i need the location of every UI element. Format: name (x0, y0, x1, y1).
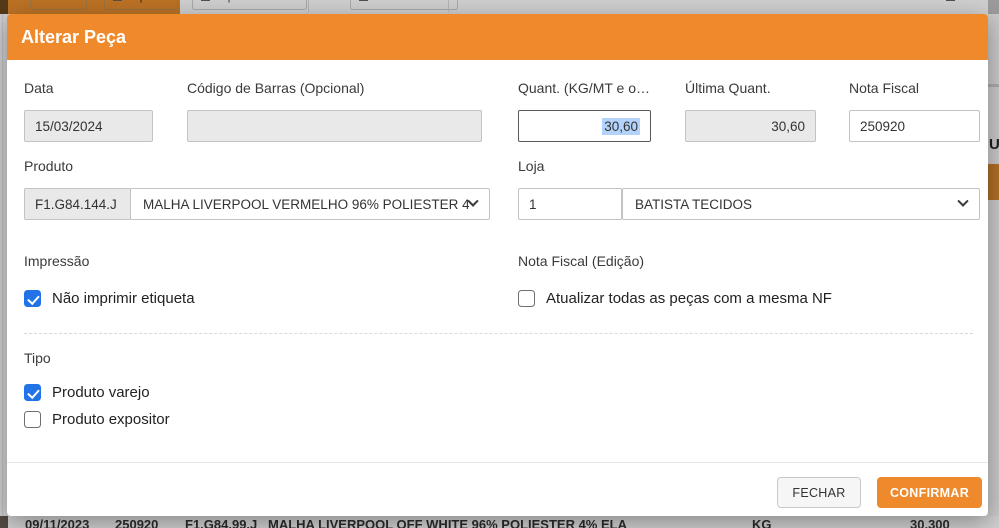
background-right-sliver: U (988, 14, 999, 516)
loja-label: Loja (518, 158, 544, 174)
produto-varejo-label: Produto varejo (52, 384, 150, 401)
background-table-row: 09/11/2023 250920 F1.G84.99.J MALHA LIVE… (0, 516, 999, 528)
row-nf: 250920 (115, 517, 158, 528)
data-label: Data (24, 80, 54, 96)
imprimir-vendas-button: Imprimir Vendas (192, 0, 307, 10)
loja-select[interactable]: BATISTA TECIDOS (622, 188, 980, 220)
background-sidebar-edge (0, 516, 8, 528)
nota-fiscal-input[interactable] (849, 110, 980, 142)
transferencias-button-label: Transferências (373, 0, 449, 3)
nota-fiscal-edicao-section-label: Nota Fiscal (Edição) (518, 253, 644, 269)
footer-divider (7, 462, 988, 463)
row-date: 09/11/2023 (25, 517, 89, 528)
row-qty: 30,300 (910, 517, 950, 528)
data-input (24, 110, 153, 142)
ultima-quantidade-input (685, 110, 816, 142)
produto-expositor-label: Produto expositor (52, 411, 170, 428)
produto-select[interactable]: MALHA LIVERPOOL VERMELHO 96% POLIESTER 4… (130, 188, 490, 220)
toolbar-separator (448, 0, 449, 12)
modal-header: Alterar Peça (7, 14, 988, 60)
produto-expositor-checkbox[interactable] (24, 411, 41, 428)
toolbar-separator (308, 0, 309, 12)
codigo-barras-label: Código de Barras (Opcional) (187, 80, 364, 96)
modal-title: Alterar Peça (7, 14, 988, 60)
filtro-button: Filtro (30, 0, 87, 10)
nao-imprimir-etiqueta-checkbox[interactable] (24, 290, 41, 307)
section-divider (24, 333, 973, 334)
confirmar-button[interactable]: CONFIRMAR (877, 477, 982, 508)
background-right-topband (988, 0, 999, 14)
quantidade-input[interactable]: 30,60 (518, 110, 651, 142)
impressao-section-label: Impressão (24, 253, 89, 269)
alterar-peca-modal: Alterar Peça Data Código de Barras (Opci… (7, 14, 988, 516)
row-description: MALHA LIVERPOOL OFF WHITE 96% POLIESTER … (268, 517, 627, 528)
atualizar-pecas-nf-row: Atualizar todas as peças com a mesma NF (518, 290, 832, 307)
fechar-button[interactable]: FECHAR (777, 477, 861, 508)
loja-code-input[interactable] (518, 188, 622, 220)
atualizar-pecas-nf-checkbox[interactable] (518, 290, 535, 307)
imprimir-vendas-button-label: Imprimir Vendas (215, 0, 298, 3)
produto-expositor-row: Produto expositor (24, 411, 170, 428)
imprimir-button-label: Imprimir (127, 0, 169, 3)
ultima-quantidade-label: Última Quant. (685, 80, 771, 96)
background-right-text: U (989, 136, 999, 153)
filtro-button-label: Filtro (52, 0, 78, 3)
background-right-divider (988, 84, 999, 87)
nao-imprimir-etiqueta-label: Não imprimir etiqueta (52, 290, 195, 307)
tipo-section-label: Tipo (24, 350, 51, 366)
produto-varejo-row: Produto varejo (24, 384, 150, 401)
background-left-border (2, 14, 3, 516)
codigo-barras-input (187, 110, 482, 142)
nao-imprimir-etiqueta-row: Não imprimir etiqueta (24, 290, 195, 307)
quantidade-selected-text: 30,60 (602, 118, 640, 135)
nota-fiscal-label: Nota Fiscal (849, 80, 919, 96)
produto-label: Produto (24, 158, 73, 174)
printer-icon (201, 0, 210, 1)
background-toolbar: Filtro Imprimir Imprimir Vendas Transfer… (0, 0, 999, 14)
background-sidebar-edge (0, 0, 8, 14)
list-icon (946, 0, 955, 1)
row-code: F1.G84.99.J (185, 517, 257, 528)
produto-varejo-checkbox[interactable] (24, 384, 41, 401)
chevron-down-icon (467, 196, 478, 207)
produto-select-value: MALHA LIVERPOOL VERMELHO 96% POLIESTER 4… (143, 197, 469, 212)
background-right-orange-button-edge (988, 164, 999, 200)
printer-icon (113, 0, 122, 1)
chevron-down-icon (957, 196, 968, 207)
loja-select-value: BATISTA TECIDOS (635, 197, 752, 212)
transferencias-button: Transferências (350, 0, 458, 10)
quantidade-label: Quant. (KG/MT e o… (518, 80, 650, 96)
transfer-icon (359, 0, 368, 1)
row-unit: KG (752, 517, 772, 528)
atualizar-pecas-nf-label: Atualizar todas as peças com a mesma NF (546, 290, 832, 307)
produto-code-input (24, 188, 131, 220)
imprimir-button: Imprimir (104, 0, 178, 10)
